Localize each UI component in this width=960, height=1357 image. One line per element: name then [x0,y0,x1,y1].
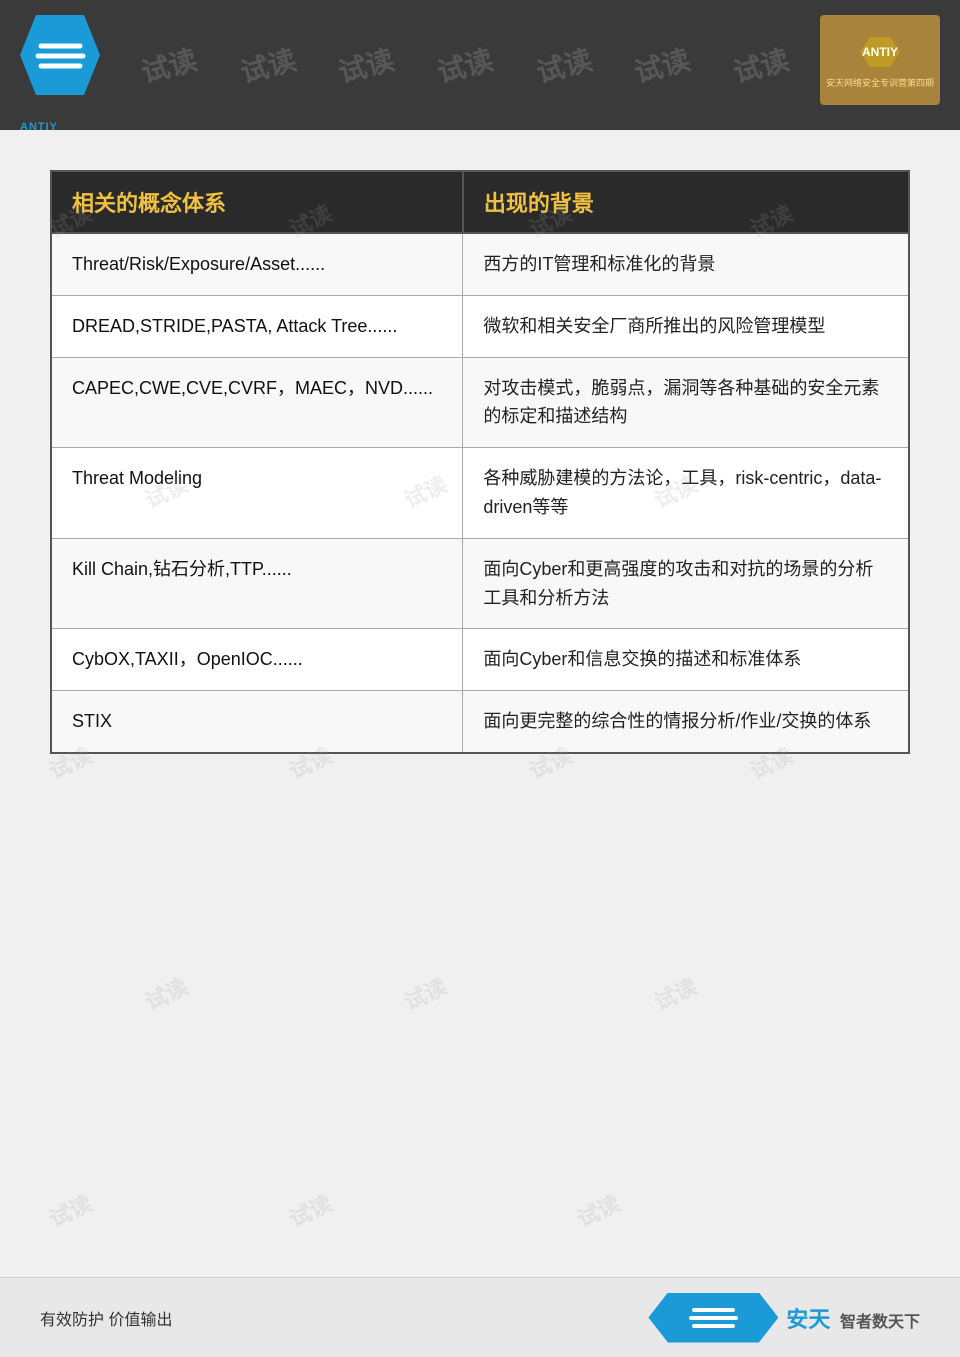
col1-header: 相关的概念体系 [51,171,463,233]
table-row: CAPEC,CWE,CVE,CVRF，MAEC，NVD......对攻击模式，脆… [51,357,909,448]
footer-brand: 安天 智者数天下 [648,1293,920,1343]
footer-brand-antiy: 安天 [786,1307,830,1332]
table-cell-col2: 微软和相关安全厂商所推出的风险管理模型 [463,295,909,357]
svg-text:ANTIY: ANTIY [862,45,898,59]
table-cell-col2: 各种威胁建模的方法论，工具，risk-centric，data-driven等等 [463,448,909,539]
logo-stripes [33,28,88,83]
table-row: STIX面向更完整的综合性的情报分析/作业/交换的体系 [51,691,909,753]
table-row: Threat/Risk/Exposure/Asset......西方的IT管理和… [51,233,909,295]
header-wm-6: 试读 [630,38,694,91]
header-wm-5: 试读 [531,38,595,91]
header-wm-1: 试读 [137,38,201,91]
footer-brand-text-group: 安天 智者数天下 [786,1302,920,1334]
col2-header: 出现的背景 [463,171,909,233]
table-row: CybOX,TAXII，OpenIOC......面向Cyber和信息交换的描述… [51,629,909,691]
table-cell-col2: 面向更完整的综合性的情报分析/作业/交换的体系 [463,691,909,753]
main-content: 相关的概念体系 出现的背景 Threat/Risk/Exposure/Asset… [0,130,960,784]
concepts-table: 相关的概念体系 出现的背景 Threat/Risk/Exposure/Asset… [50,170,910,754]
logo-text: ANTIY [20,121,58,133]
table-cell-col1: CybOX,TAXII，OpenIOC...... [51,629,463,691]
table-cell-col1: DREAD,STRIDE,PASTA, Attack Tree...... [51,295,463,357]
header-watermarks: 试读 试读 试读 试读 试读 试读 试读 [0,0,960,130]
table-row: Threat Modeling各种威胁建模的方法论，工具，risk-centri… [51,448,909,539]
page-wm-12: 试读 [398,969,451,1017]
header-wm-4: 试读 [433,38,497,91]
logo-diamond [20,15,100,95]
table-cell-col1: STIX [51,691,463,753]
page-wm-14: 试读 [43,1186,96,1234]
footer-brand-main: 安天 智者数天下 [786,1302,920,1334]
table-cell-col1: CAPEC,CWE,CVE,CVRF，MAEC，NVD...... [51,357,463,448]
footer-brand-slogan: 智者数天下 [840,1314,920,1331]
header-wm-7: 试读 [728,38,792,91]
footer: 有效防护 价值输出 安天 智者数天下 [0,1277,960,1357]
page-wm-11: 试读 [139,969,192,1017]
page-wm-15: 试读 [283,1186,336,1234]
header-wm-2: 试读 [236,38,300,91]
table-row: Kill Chain,钻石分析,TTP......面向Cyber和更高强度的攻击… [51,538,909,629]
footer-tagline: 有效防护 价值输出 [40,1306,172,1330]
page-wm-16: 试读 [571,1186,624,1234]
table-cell-col2: 面向Cyber和信息交换的描述和标准体系 [463,629,909,691]
table-cell-col1: Threat/Risk/Exposure/Asset...... [51,233,463,295]
table-row: DREAD,STRIDE,PASTA, Attack Tree......微软和… [51,295,909,357]
table-cell-col1: Kill Chain,钻石分析,TTP...... [51,538,463,629]
header: ANTIY 试读 试读 试读 试读 试读 试读 试读 ANTIY 安天网络安全专… [0,0,960,130]
table-cell-col2: 西方的IT管理和标准化的背景 [463,233,909,295]
table-cell-col2: 面向Cyber和更高强度的攻击和对抗的场景的分析工具和分析方法 [463,538,909,629]
table-cell-col1: Threat Modeling [51,448,463,539]
table-cell-col2: 对攻击模式，脆弱点，漏洞等各种基础的安全元素的标定和描述结构 [463,357,909,448]
header-brand: ANTIY 安天网络安全专训营第四期 [820,15,940,105]
brand-subtitle: 安天网络安全专训营第四期 [826,76,934,89]
logo: ANTIY [20,15,120,115]
page-wm-13: 试读 [648,969,701,1017]
header-wm-3: 试读 [334,38,398,91]
footer-logo-badge [648,1293,778,1343]
